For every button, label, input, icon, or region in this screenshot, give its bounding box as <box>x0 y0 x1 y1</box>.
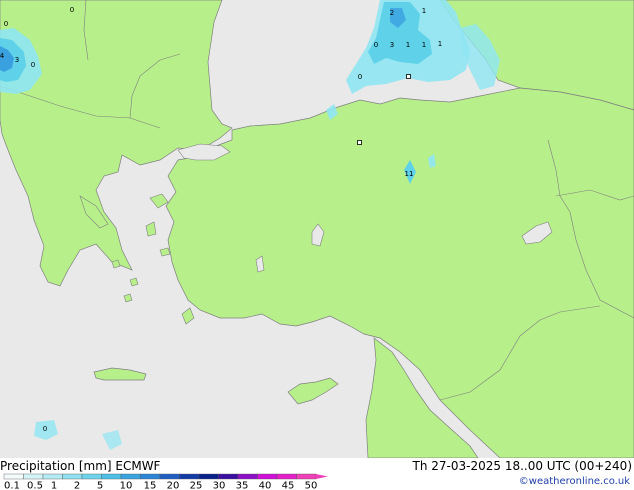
scale-tick-label: 25 <box>190 481 203 490</box>
scale-swatch <box>42 473 63 480</box>
scale-swatch <box>179 473 200 480</box>
map-value-label: 1 <box>438 40 442 48</box>
scale-tick-label: 15 <box>144 481 157 490</box>
map-value-label: 11 <box>405 170 414 178</box>
scale-tick-label: 10 <box>120 481 133 490</box>
scale-swatch <box>198 473 219 480</box>
map-value-label: 0 <box>43 425 47 433</box>
map-value-label: 2 <box>390 9 394 17</box>
scale-tick-label: 0.1 <box>4 481 20 490</box>
scale-tick-label: 1 <box>51 481 57 490</box>
scale-tick-label: 30 <box>213 481 226 490</box>
map-value-label: 4 <box>0 52 5 60</box>
credit-text: ©weatheronline.co.uk <box>518 476 630 487</box>
scale-swatch <box>159 473 180 480</box>
city-marker-ankara <box>357 140 362 145</box>
map-value-label: 3 <box>390 41 394 49</box>
scale-tick-label: 0.5 <box>27 481 43 490</box>
scale-swatch <box>218 473 239 480</box>
scale-swatch <box>257 473 278 480</box>
map-value-label: 1 <box>422 7 426 15</box>
valid-time: Th 27-03-2025 18..00 UTC (00+240) <box>412 459 632 473</box>
footer-bar: Precipitation [mm] ECMWF Th 27-03-2025 1… <box>0 458 634 490</box>
map-value-label: 0 <box>4 20 8 28</box>
scale-swatch <box>81 473 102 480</box>
scale-tick-label: 35 <box>236 481 249 490</box>
scale-swatch <box>296 473 317 480</box>
precipitation-color-scale: 0.1 0.5 1 2 5 10 15 20 25 30 35 40 45 50 <box>3 473 328 490</box>
scale-tick-label: 5 <box>97 481 103 490</box>
scale-swatch <box>276 473 297 480</box>
scale-swatch <box>237 473 258 480</box>
map-value-label: 1 <box>406 41 410 49</box>
scale-tick-label: 40 <box>259 481 272 490</box>
precipitation-map: 004 302 10 3 1 1 10110 <box>0 0 634 458</box>
scale-tick-label: 45 <box>282 481 295 490</box>
scale-swatch <box>120 473 141 480</box>
scale-arrow <box>316 474 328 479</box>
scale-swatch <box>23 473 44 480</box>
map-title: Precipitation [mm] ECMWF <box>0 459 161 473</box>
scale-tick-label: 20 <box>167 481 180 490</box>
scale-swatch <box>62 473 83 480</box>
scale-swatch <box>3 473 24 480</box>
map-value-label: 0 <box>358 73 362 81</box>
scale-tick-label: 50 <box>305 481 318 490</box>
scale-tick-label: 2 <box>74 481 80 490</box>
map-value-label: 3 <box>15 56 19 64</box>
city-marker-samsun <box>406 74 411 79</box>
scale-swatch <box>140 473 161 480</box>
map-value-label: 0 <box>70 6 74 14</box>
map-value-label: 1 <box>422 41 426 49</box>
map-value-label: 0 <box>374 41 378 49</box>
scale-swatch <box>101 473 122 480</box>
map-value-label: 0 <box>31 61 35 69</box>
